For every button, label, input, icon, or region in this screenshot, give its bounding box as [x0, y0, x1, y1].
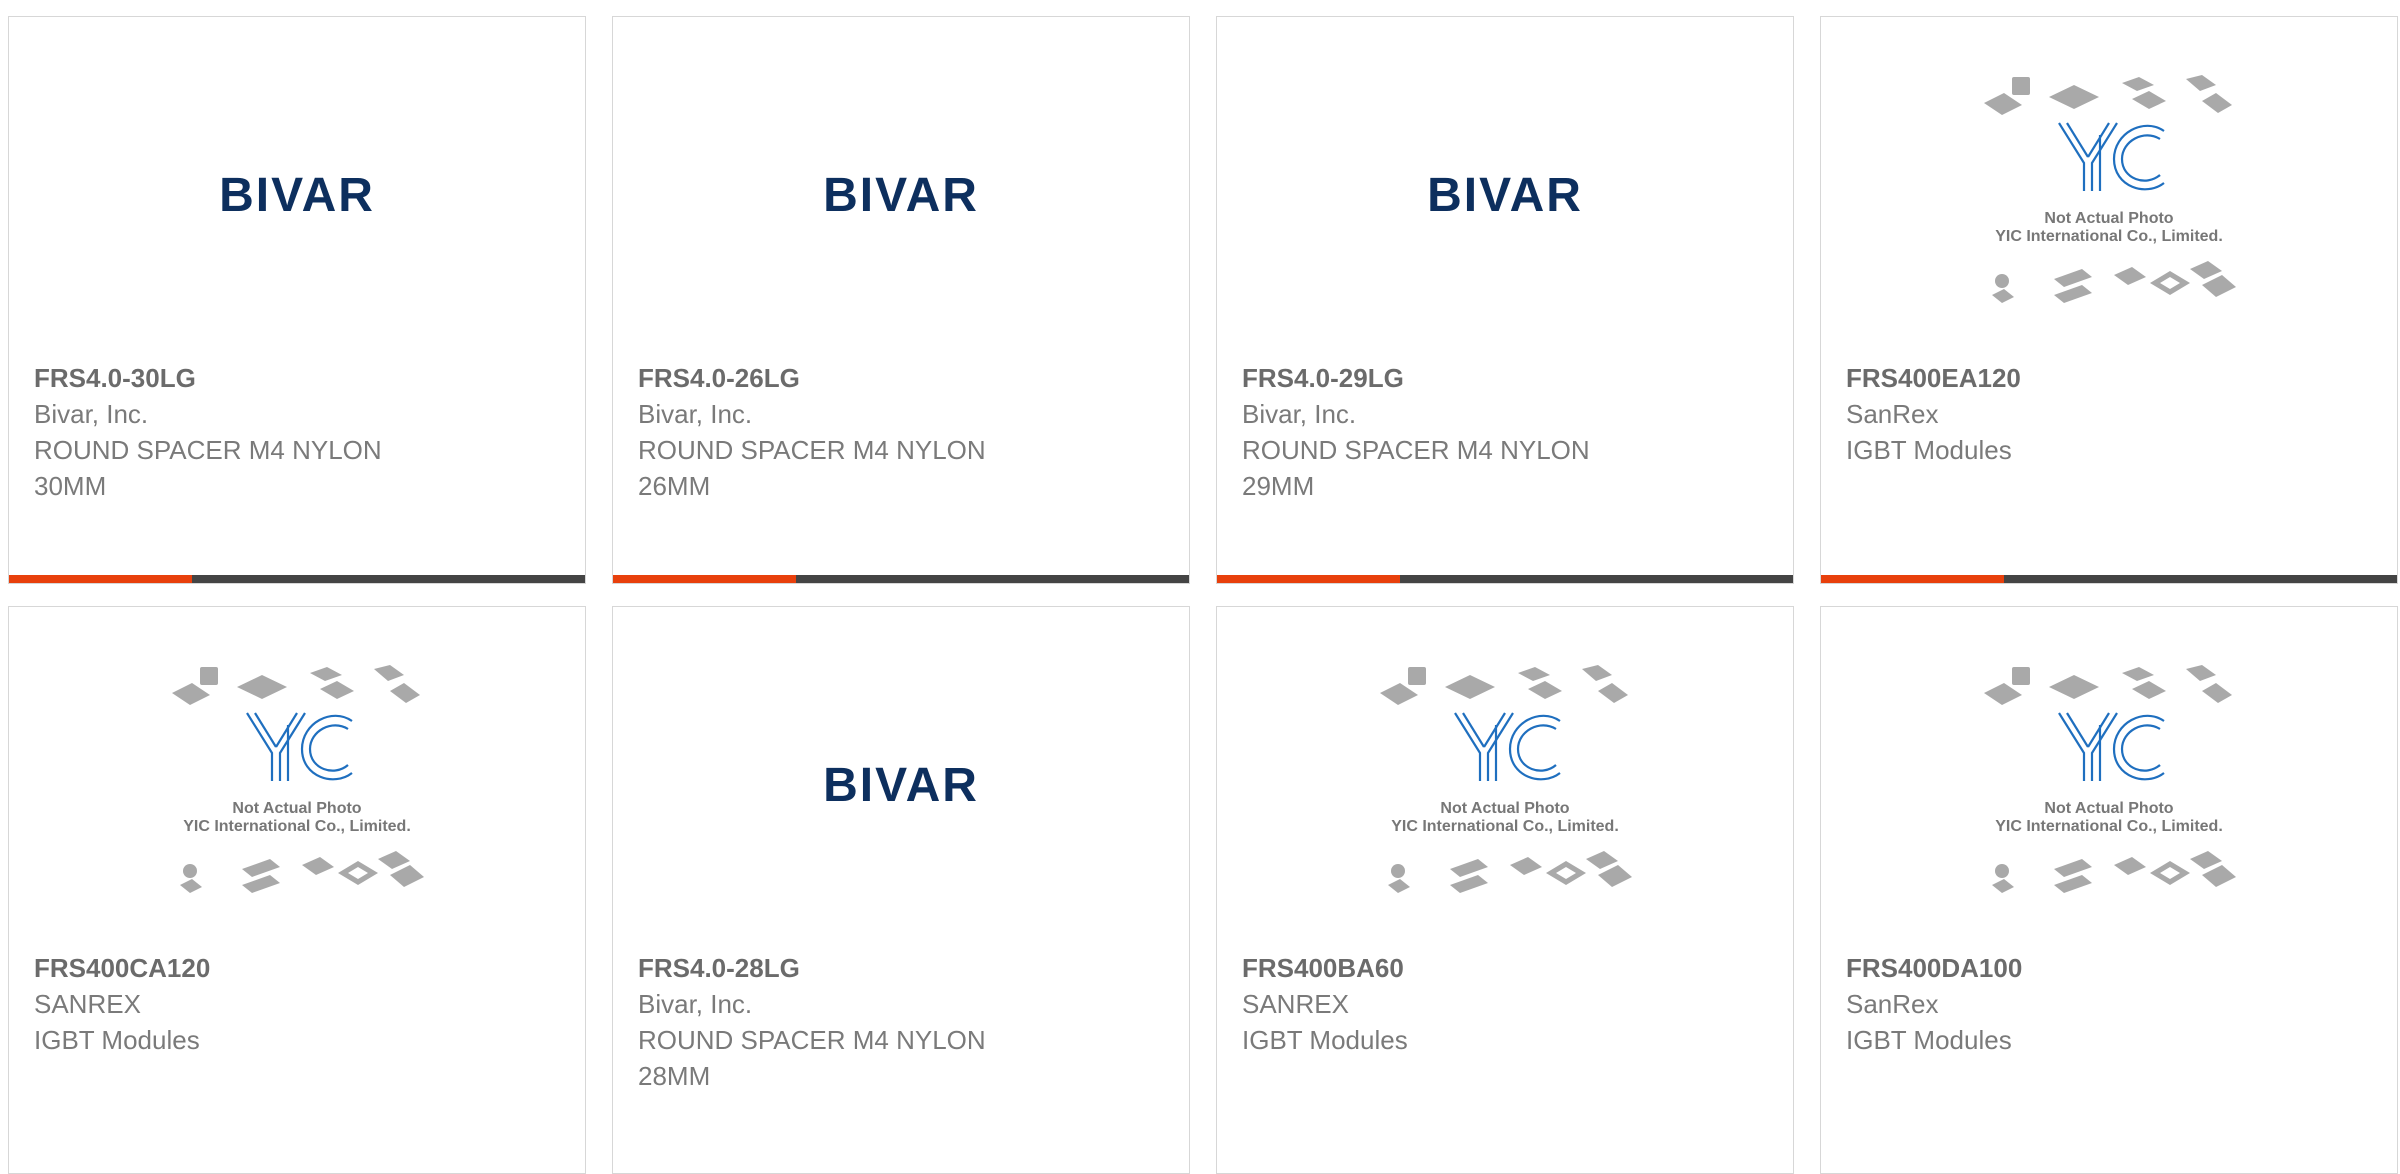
yic-placeholder-image: Not Actual Photo YIC International Co., … — [172, 665, 424, 893]
svg-text:BIVAR: BIVAR — [823, 171, 979, 215]
bivar-logo: BIVAR — [823, 171, 979, 215]
part-number[interactable]: FRS400EA120 — [1846, 360, 2377, 396]
yic-placeholder-image: Not Actual Photo YIC International Co., … — [1984, 665, 2236, 893]
product-image[interactable]: Not Actual Photo YIC International Co., … — [1821, 17, 2397, 369]
yic-placeholder-image: Not Actual Photo YIC International Co., … — [1984, 75, 2236, 303]
card-bottom-bar — [9, 575, 585, 583]
yic-placeholder-image: Not Actual Photo YIC International Co., … — [1380, 665, 1632, 893]
part-number[interactable]: FRS4.0-30LG — [34, 360, 565, 396]
description: IGBT Modules — [34, 1025, 200, 1055]
svg-text:Not Actual Photo: Not Actual Photo — [232, 800, 361, 817]
manufacturer: SANREX — [1242, 989, 1349, 1019]
description: ROUND SPACER M4 NYLON 29MM — [1242, 435, 1590, 501]
manufacturer: SANREX — [34, 989, 141, 1019]
product-image[interactable]: BIVAR — [9, 17, 585, 369]
product-image[interactable]: BIVAR — [1217, 17, 1793, 369]
manufacturer: SanRex — [1846, 989, 1939, 1019]
part-number[interactable]: FRS400BA60 — [1242, 950, 1773, 986]
product-card[interactable]: BIVAR FRS4.0-30LG Bivar, Inc. ROUND SPAC… — [8, 16, 586, 584]
svg-text:Not Actual Photo: Not Actual Photo — [2044, 800, 2173, 817]
svg-text:Not Actual Photo: Not Actual Photo — [2044, 210, 2173, 227]
svg-text:BIVAR: BIVAR — [1427, 171, 1583, 215]
yic-logo-icon — [2058, 122, 2165, 191]
product-image[interactable]: Not Actual Photo YIC International Co., … — [1821, 607, 2397, 959]
product-image[interactable]: Not Actual Photo YIC International Co., … — [9, 607, 585, 959]
product-image[interactable]: BIVAR — [613, 17, 1189, 369]
bivar-logo: BIVAR — [823, 761, 979, 805]
svg-text:BIVAR: BIVAR — [219, 171, 375, 215]
product-card[interactable]: BIVAR FRS4.0-29LG Bivar, Inc. ROUND SPAC… — [1216, 16, 1794, 584]
description: IGBT Modules — [1242, 1025, 1408, 1055]
manufacturer: SanRex — [1846, 399, 1939, 429]
card-bottom-bar — [1821, 575, 2397, 583]
product-card[interactable]: Not Actual Photo YIC International Co., … — [1820, 606, 2398, 1174]
card-accent-bar — [1821, 575, 2004, 583]
product-card[interactable]: BIVAR FRS4.0-28LG Bivar, Inc. ROUND SPAC… — [612, 606, 1190, 1174]
bivar-logo: BIVAR — [1427, 171, 1583, 215]
manufacturer: Bivar, Inc. — [34, 399, 149, 429]
product-image[interactable]: Not Actual Photo YIC International Co., … — [1217, 607, 1793, 959]
svg-text:YIC International Co., Limited: YIC International Co., Limited. — [1995, 818, 2223, 835]
part-number[interactable]: FRS400DA100 — [1846, 950, 2377, 986]
svg-text:BIVAR: BIVAR — [823, 761, 979, 805]
part-number[interactable]: FRS4.0-26LG — [638, 360, 1169, 396]
manufacturer: Bivar, Inc. — [638, 399, 753, 429]
card-accent-bar — [613, 575, 796, 583]
product-card[interactable]: Not Actual Photo YIC International Co., … — [1820, 16, 2398, 584]
description: ROUND SPACER M4 NYLON 28MM — [638, 1025, 986, 1091]
bivar-logo: BIVAR — [219, 171, 375, 215]
yic-logo-icon — [2058, 712, 2165, 781]
yic-logo-icon — [246, 712, 353, 781]
yic-logo-icon — [1454, 712, 1561, 781]
description: IGBT Modules — [1846, 435, 2012, 465]
description: ROUND SPACER M4 NYLON 26MM — [638, 435, 986, 501]
svg-text:YIC International Co., Limited: YIC International Co., Limited. — [183, 818, 411, 835]
svg-text:YIC International Co., Limited: YIC International Co., Limited. — [1391, 818, 1619, 835]
card-accent-bar — [1217, 575, 1400, 583]
part-number[interactable]: FRS4.0-29LG — [1242, 360, 1773, 396]
svg-text:YIC International Co., Limited: YIC International Co., Limited. — [1995, 228, 2223, 245]
manufacturer: Bivar, Inc. — [1242, 399, 1357, 429]
card-accent-bar — [9, 575, 192, 583]
card-bottom-bar — [1217, 575, 1793, 583]
description: IGBT Modules — [1846, 1025, 2012, 1055]
product-card[interactable]: Not Actual Photo YIC International Co., … — [1216, 606, 1794, 1174]
card-bottom-bar — [613, 575, 1189, 583]
svg-text:Not Actual Photo: Not Actual Photo — [1440, 800, 1569, 817]
part-number[interactable]: FRS400CA120 — [34, 950, 565, 986]
part-number[interactable]: FRS4.0-28LG — [638, 950, 1169, 986]
product-card[interactable]: BIVAR FRS4.0-26LG Bivar, Inc. ROUND SPAC… — [612, 16, 1190, 584]
product-image[interactable]: BIVAR — [613, 607, 1189, 959]
description: ROUND SPACER M4 NYLON 30MM — [34, 435, 382, 501]
manufacturer: Bivar, Inc. — [638, 989, 753, 1019]
product-card[interactable]: Not Actual Photo YIC International Co., … — [8, 606, 586, 1174]
